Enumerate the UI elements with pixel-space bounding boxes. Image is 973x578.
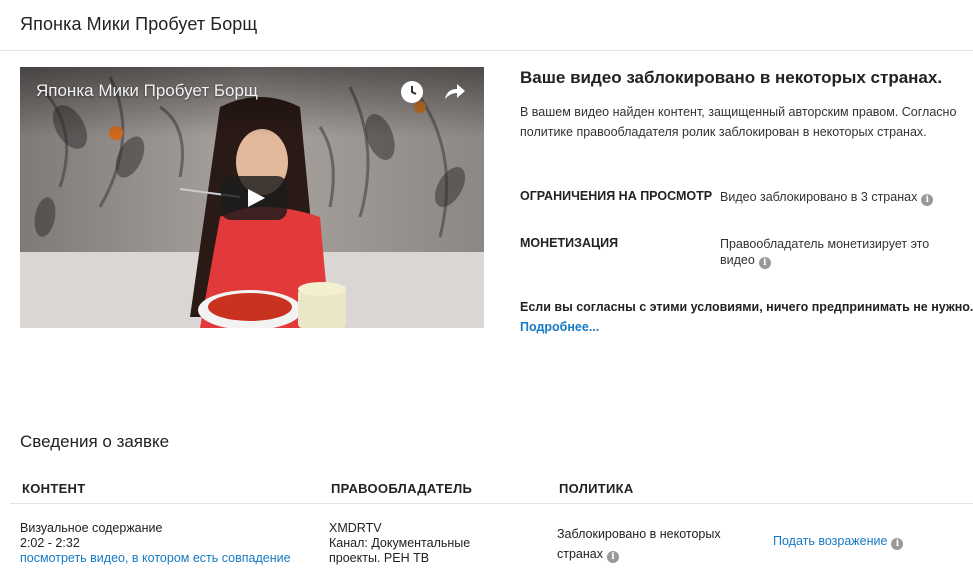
column-header-policy: ПОЛИТИКА — [559, 481, 634, 496]
content-cell: Визуальное содержание 2:02 - 2:32 посмот… — [20, 521, 320, 566]
video-overlay-title[interactable]: Японка Мики Пробует Борщ — [36, 81, 258, 101]
info-icon[interactable]: i — [758, 257, 771, 269]
column-header-content: КОНТЕНТ — [22, 481, 86, 496]
time-range: 2:02 - 2:32 — [20, 536, 80, 550]
monetization-value: Правообладатель монетизирует это видео i — [720, 236, 960, 269]
agree-text: Если вы согласны с этими условиями, ниче… — [520, 300, 973, 314]
clock-icon[interactable] — [401, 81, 423, 103]
video-player[interactable]: Японка Мики Пробует Борщ — [20, 67, 484, 328]
claim-section-title: Сведения о заявке — [20, 432, 170, 451]
info-icon[interactable]: i — [606, 551, 619, 563]
monetization-label: МОНЕТИЗАЦИЯ — [520, 236, 619, 250]
notice-heading: Ваше видео заблокировано в некоторых стр… — [520, 68, 943, 87]
header-divider — [0, 50, 973, 51]
viewing-restrictions-label: ОГРАНИЧЕНИЯ НА ПРОСМОТР — [520, 189, 713, 203]
info-icon[interactable]: i — [921, 194, 934, 206]
page-title: Японка Мики Пробует Борщ — [20, 14, 258, 34]
play-icon[interactable] — [221, 176, 287, 220]
more-link[interactable]: Подробнее... — [520, 320, 599, 334]
monetization-text: Правообладатель монетизирует это видео — [720, 237, 930, 267]
block-notice: Ваше видео заблокировано в некоторых стр… — [520, 68, 970, 142]
share-icon[interactable] — [441, 79, 467, 105]
owner-channel: Канал: Документальные проекты. РЕН ТВ — [329, 536, 471, 565]
owner-cell: XMDRTV Канал: Документальные проекты. РЕ… — [329, 521, 499, 566]
table-divider — [10, 503, 973, 504]
dispute-cell: Подать возражение i — [773, 534, 973, 550]
policy-text: Заблокировано в некоторых странах — [557, 527, 721, 561]
policy-cell: Заблокировано в некоторых странах i — [557, 524, 757, 564]
owner-name: XMDRTV — [329, 521, 382, 535]
viewing-restrictions-text: Видео заблокировано в 3 странах — [720, 190, 918, 204]
viewing-restrictions-value: Видео заблокировано в 3 странах i — [720, 189, 960, 206]
info-icon[interactable]: i — [891, 538, 904, 550]
dispute-link[interactable]: Подать возражение — [773, 534, 887, 548]
view-match-link[interactable]: посмотреть видео, в котором есть совпаде… — [20, 551, 320, 566]
content-type: Визуальное содержание — [20, 521, 163, 535]
notice-description: В вашем видео найден контент, защищенный… — [520, 105, 957, 139]
column-header-owner: ПРАВООБЛАДАТЕЛЬ — [331, 481, 473, 496]
